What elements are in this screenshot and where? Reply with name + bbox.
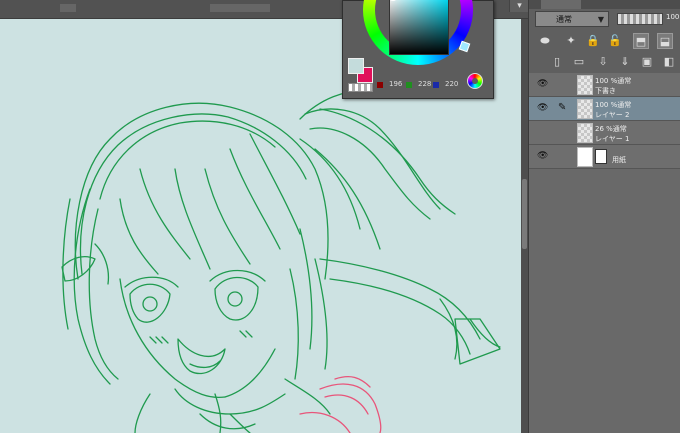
red-value[interactable]: 196 bbox=[389, 80, 402, 88]
pen-icon: ✎ bbox=[558, 102, 567, 113]
layer-list: 👁 100 %通常 下書き 👁 ✎ 100 %通常 レイヤー 2 26 %通常 … bbox=[529, 73, 680, 433]
layer-row-paper[interactable]: 👁 用紙 bbox=[529, 145, 680, 169]
main-color-swatch[interactable] bbox=[348, 58, 364, 74]
red-cloth-stroke bbox=[319, 383, 382, 433]
layer-name: レイヤー 1 bbox=[595, 135, 630, 143]
hair-outline bbox=[74, 102, 329, 280]
vertical-scrollbar[interactable] bbox=[521, 19, 528, 433]
chevron-down-icon: ▼ bbox=[597, 15, 604, 24]
left-eye bbox=[129, 283, 171, 323]
layer-property-toolbar: ⬬ ✦ 🔒 🔓 ⬒ ⬓ bbox=[529, 30, 680, 52]
paper-icon bbox=[595, 149, 607, 164]
mask-apply-icon[interactable]: ◧ bbox=[661, 54, 677, 70]
mask-icon[interactable]: ▣ bbox=[639, 54, 655, 70]
layer-opacity-mode: 100 %通常 bbox=[595, 77, 632, 85]
layer-name: レイヤー 2 bbox=[595, 111, 630, 119]
opacity-value: 100 bbox=[666, 13, 680, 21]
color-mode-icon[interactable] bbox=[467, 73, 483, 89]
face-outline bbox=[119, 278, 226, 399]
panel-menu-arrow-icon[interactable]: ▾ bbox=[509, 0, 529, 12]
blend-mode-label: 通常 bbox=[556, 15, 572, 24]
ruler-enable-icon[interactable]: ⬓ bbox=[657, 33, 673, 49]
mask-enable-icon[interactable]: ⬒ bbox=[633, 33, 649, 49]
green-value[interactable]: 228 bbox=[418, 80, 431, 88]
layer-action-toolbar: ▯ ▭ ⇩ ⇓ ▣ ◧ bbox=[529, 51, 680, 73]
tab-stub[interactable] bbox=[60, 4, 76, 12]
lock-transparent-icon[interactable]: 🔓 bbox=[607, 33, 623, 49]
layer-opacity-mode: 26 %通常 bbox=[595, 125, 627, 133]
green-box bbox=[406, 82, 412, 88]
layer-thumbnail bbox=[577, 75, 593, 95]
merge-down-icon[interactable]: ⇓ bbox=[617, 54, 633, 70]
new-raster-layer-icon[interactable]: ▯ bbox=[549, 54, 565, 70]
layer-list-empty-area bbox=[529, 169, 680, 433]
layer-row-layer2[interactable]: 👁 ✎ 100 %通常 レイヤー 2 bbox=[529, 97, 680, 121]
layer-thumbnail bbox=[577, 99, 593, 119]
layer-thumbnail bbox=[577, 147, 593, 167]
layer-name: 用紙 bbox=[612, 156, 626, 164]
eye-icon[interactable]: 👁 bbox=[537, 151, 551, 161]
collar bbox=[199, 413, 256, 430]
eye-icon[interactable]: 👁 bbox=[537, 79, 551, 89]
scroll-thumb[interactable] bbox=[522, 179, 527, 249]
eye-icon[interactable]: 👁 bbox=[537, 103, 551, 113]
mouth bbox=[177, 338, 226, 375]
layer-name: 下書き bbox=[595, 87, 616, 95]
opacity-slider[interactable] bbox=[617, 13, 663, 25]
bangs-stroke bbox=[139, 168, 191, 260]
layer-thumbnail bbox=[577, 123, 593, 143]
layer-panel: 通常 ▼ 100 ⬬ ✦ 🔒 🔓 ⬒ ⬓ ▯ ▭ ⇩ ⇓ ▣ ◧ 👁 100 %… bbox=[528, 0, 680, 433]
new-vector-layer-icon[interactable]: ▭ bbox=[571, 54, 587, 70]
panel-tab[interactable] bbox=[541, 0, 581, 9]
hue-cursor[interactable] bbox=[458, 40, 471, 53]
blue-box bbox=[433, 82, 439, 88]
blue-value[interactable]: 220 bbox=[445, 80, 458, 88]
blend-mode-select[interactable]: 通常 ▼ bbox=[535, 11, 609, 27]
panel-tab-strip bbox=[529, 0, 680, 9]
reference-layer-icon[interactable]: ✦ bbox=[563, 33, 579, 49]
red-box bbox=[377, 82, 383, 88]
saturation-value-square[interactable] bbox=[389, 0, 449, 55]
right-eye bbox=[214, 276, 259, 321]
color-wheel-panel: 196 228 220 bbox=[342, 0, 494, 99]
transfer-down-icon[interactable]: ⇩ bbox=[595, 54, 611, 70]
layer-color-icon[interactable]: ⬬ bbox=[537, 33, 553, 49]
transparent-color-swatch[interactable] bbox=[348, 83, 373, 92]
lock-icon[interactable]: 🔒 bbox=[585, 33, 601, 49]
layer-row-layer1[interactable]: 26 %通常 レイヤー 1 bbox=[529, 121, 680, 145]
layer-row-draft[interactable]: 👁 100 %通常 下書き bbox=[529, 73, 680, 97]
tab-stub-2[interactable] bbox=[210, 4, 270, 12]
layer-opacity-mode: 100 %通常 bbox=[595, 101, 632, 109]
